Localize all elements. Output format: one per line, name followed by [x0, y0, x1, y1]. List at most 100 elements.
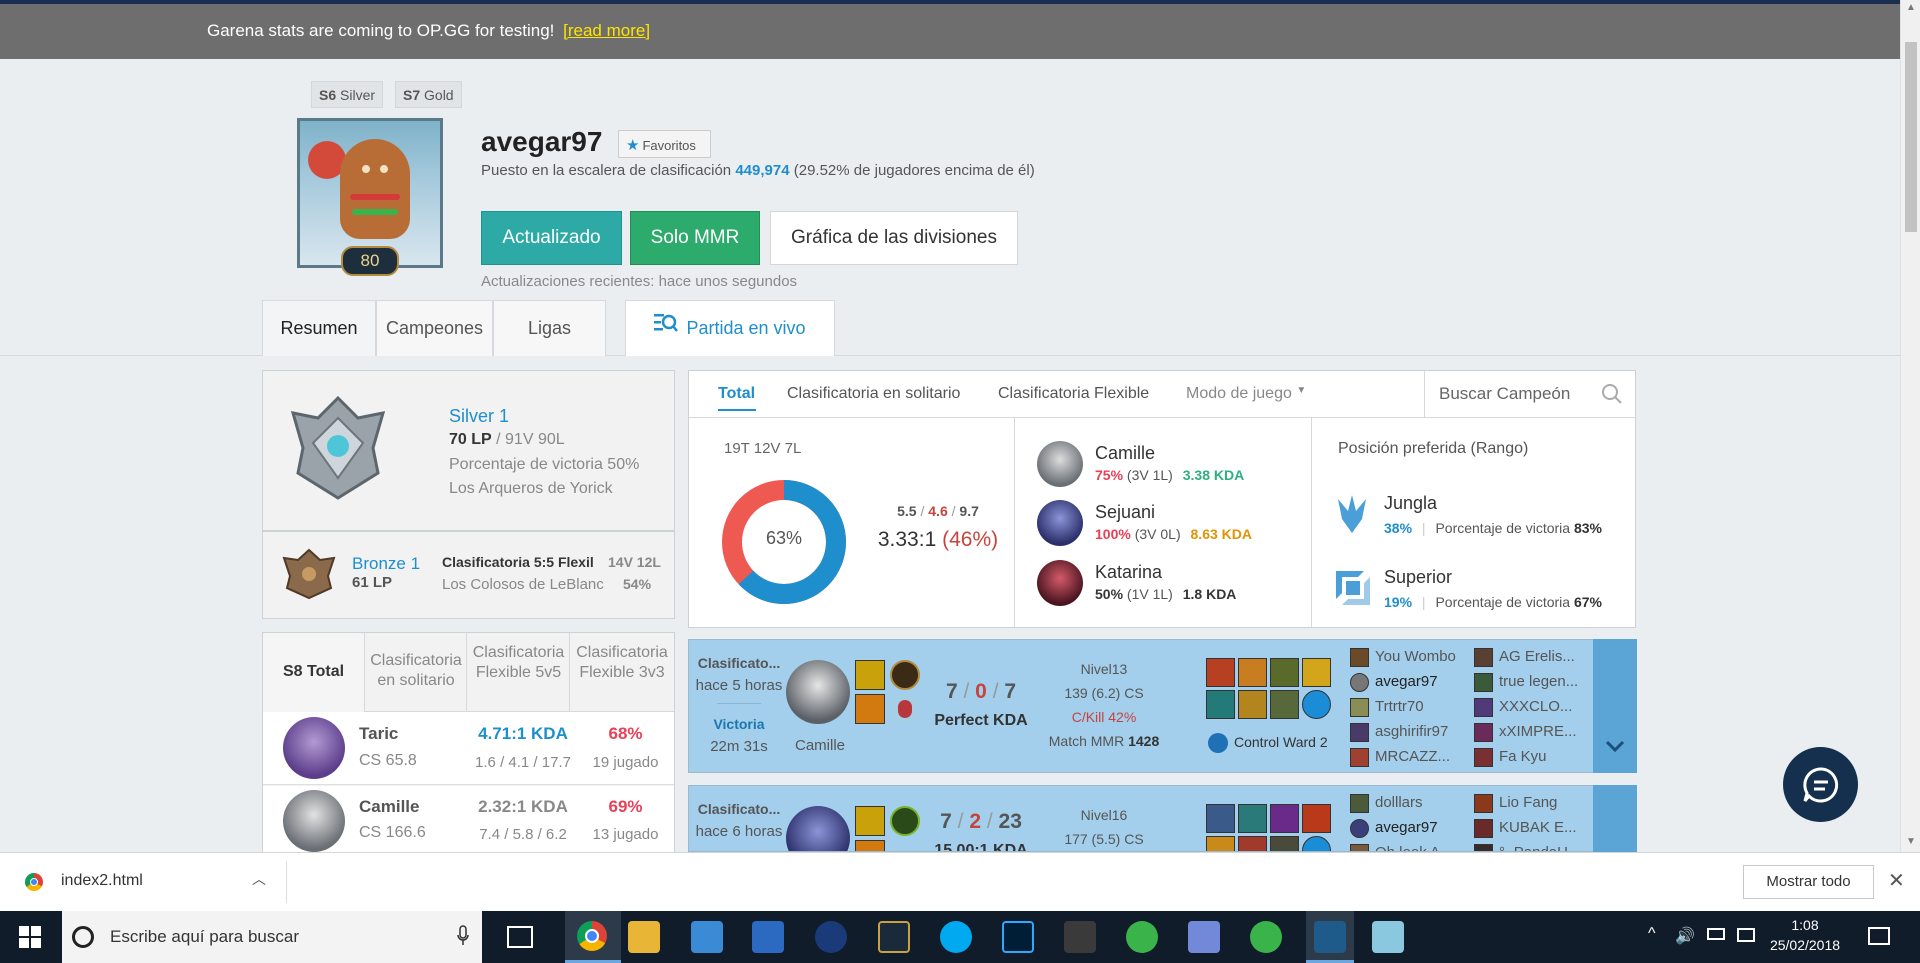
item-icon [1206, 658, 1235, 687]
player-champion-icon [1474, 794, 1493, 813]
search-icon[interactable] [1601, 383, 1623, 408]
player-name[interactable]: MRCAZZ... [1375, 748, 1450, 765]
chevron-down-icon [1605, 739, 1625, 755]
match-cs: 177 (5.5) CS [1064, 831, 1144, 847]
banner-text: Garena stats are coming to OP.GG for tes… [207, 21, 650, 41]
green-app-icon[interactable] [1250, 921, 1282, 953]
battery-icon[interactable] [1707, 928, 1725, 940]
player-name[interactable]: dolllars [1375, 794, 1423, 811]
top-champion-name: Camille [1095, 443, 1156, 463]
taskbar-clock-time[interactable]: 1:08 [1770, 917, 1840, 933]
top-champion-name: Sejuani [1095, 502, 1156, 522]
windows-start-icon[interactable] [19, 926, 41, 951]
action-center-icon[interactable] [1868, 927, 1890, 945]
player-name[interactable]: XXXCLO... [1499, 698, 1572, 715]
update-button[interactable]: Actualizado [481, 211, 622, 265]
tab-champions[interactable]: Campeones [376, 300, 493, 356]
close-icon[interactable]: ✕ [1888, 868, 1905, 893]
globe-app-icon[interactable] [815, 921, 847, 953]
item-icon [1302, 658, 1331, 687]
notepad-app-icon[interactable] [1372, 921, 1404, 953]
microphone-icon[interactable] [457, 925, 469, 950]
player-name[interactable]: asghirifir97 [1375, 723, 1448, 740]
app-icon[interactable] [1064, 921, 1096, 953]
task-view-icon[interactable] [507, 926, 533, 948]
tab-live-game[interactable]: Partida en vivo [625, 300, 835, 356]
player-name[interactable]: Oh look A... [1375, 844, 1453, 851]
player-name[interactable]: true legen... [1499, 673, 1578, 690]
star-icon: ★ [626, 137, 640, 154]
discord-icon[interactable] [1188, 921, 1220, 953]
player-name[interactable]: avegar97 [1375, 673, 1438, 690]
file-explorer-icon[interactable] [628, 921, 660, 953]
player-champion-icon [1350, 819, 1369, 838]
control-ward-count: Control Ward 2 [1234, 734, 1328, 750]
match-expand-button[interactable] [1593, 785, 1637, 852]
download-file-name[interactable]: index2.html [61, 872, 143, 890]
network-icon[interactable] [1737, 928, 1755, 942]
match-time-ago: hace 6 horas [695, 823, 783, 840]
item-icon [1238, 836, 1267, 851]
player-name[interactable]: You Wombo [1375, 648, 1456, 665]
chat-button[interactable] [1783, 747, 1858, 822]
scroll-up-arrow-icon[interactable]: ▲ [1906, 2, 1916, 13]
scrollbar-thumb[interactable] [1905, 42, 1917, 232]
favorites-button[interactable]: ★ Favoritos [618, 130, 711, 158]
tab-flex-5v5[interactable]: Clasificatoria Flexible 5v5 [467, 633, 570, 712]
player-name[interactable]: AG Erelis... [1499, 648, 1575, 665]
player-name[interactable]: avegar97 [1375, 819, 1438, 836]
top-champion-kda: 1.8 KDA [1182, 586, 1237, 602]
solo-winrate: Porcentaje de victoria 50% [449, 456, 640, 473]
taskbar-search-input[interactable]: Escribe aquí para buscar [62, 911, 482, 963]
cortana-circle-icon [72, 926, 94, 948]
match-kills: 7 [940, 810, 952, 833]
filter-game-mode-dropdown[interactable]: Modo de juego ▼ [1186, 385, 1306, 403]
tab-flex-5v5-label: Clasificatoria Flexible 5v5 [472, 644, 565, 681]
download-divider [286, 861, 287, 903]
filter-total[interactable]: Total [718, 385, 755, 403]
ladder-rank-link[interactable]: 449,974 [735, 162, 789, 179]
solo-mmr-button[interactable]: Solo MMR [630, 211, 760, 265]
top-champion-record: (3V 0L) [1134, 526, 1181, 542]
tab-leagues[interactable]: Ligas [493, 300, 606, 356]
champion-stat-row[interactable]: Taric CS 65.8 4.71:1 KDA 1.6 / 4.1 / 17.… [263, 712, 674, 785]
media-player-icon[interactable] [752, 921, 784, 953]
player-name[interactable]: Lio Fang [1499, 794, 1557, 811]
player-name[interactable]: Trtrtr70 [1375, 698, 1424, 715]
taskbar-chrome-active[interactable] [565, 911, 621, 963]
filter-flex[interactable]: Clasificatoria Flexible [998, 385, 1149, 403]
champion-stat-row[interactable]: Camille CS 166.6 2.32:1 KDA 7.4 / 5.8 / … [263, 786, 674, 852]
match-time-ago: hace 5 horas [695, 677, 783, 694]
player-name[interactable]: xXIMPRE... [1499, 723, 1577, 740]
volume-icon[interactable]: 🔊 [1675, 926, 1695, 946]
match-history-item[interactable]: Clasificato... hace 6 horas 7 / 2 / 23 1… [688, 785, 1636, 852]
tier-graph-button[interactable]: Gráfica de las divisiones [770, 211, 1018, 265]
champion-kda-detail: 7.4 / 5.8 / 6.2 [479, 826, 567, 843]
taskbar-active-app[interactable] [1306, 911, 1354, 963]
page-scrollbar[interactable]: ▲ ▼ [1900, 0, 1920, 852]
read-more-link[interactable]: [read more] [563, 21, 650, 40]
player-name[interactable]: Fa Kyu [1499, 748, 1547, 765]
control-panel-icon[interactable] [691, 921, 723, 953]
tab-summary[interactable]: Resumen [262, 300, 376, 356]
green-app-icon[interactable] [1126, 921, 1158, 953]
player-name[interactable]: KUBAK E... [1499, 819, 1577, 836]
match-history-item[interactable]: Clasificato... hace 5 horas Victoria 22m… [688, 639, 1636, 773]
league-client-icon[interactable] [878, 921, 910, 953]
chevron-up-icon[interactable]: ︿ [252, 869, 266, 889]
item-icon [1238, 690, 1267, 719]
match-expand-button[interactable] [1593, 639, 1637, 773]
champion-search-input[interactable]: Buscar Campeón [1424, 371, 1635, 417]
taskbar-clock-date[interactable]: 25/02/2018 [1760, 937, 1850, 953]
tab-flex-3v3[interactable]: Clasificatoria Flexible 3v3 [570, 633, 674, 712]
position-wr: 83% [1573, 520, 1603, 536]
skype-icon[interactable] [940, 921, 972, 953]
chevron-up-tray-icon[interactable]: ^ [1648, 925, 1656, 943]
filter-solo[interactable]: Clasificatoria en solitario [787, 385, 960, 403]
player-name[interactable]: °~PandaH... [1499, 844, 1580, 851]
show-all-downloads-button[interactable]: Mostrar todo [1743, 865, 1874, 899]
tab-s8-total[interactable]: S8 Total [263, 633, 365, 712]
scroll-down-arrow-icon[interactable]: ▼ [1906, 836, 1916, 847]
photoshop-icon[interactable] [1002, 921, 1034, 953]
tab-solo-queue[interactable]: Clasificatoria en solitario [365, 633, 467, 712]
